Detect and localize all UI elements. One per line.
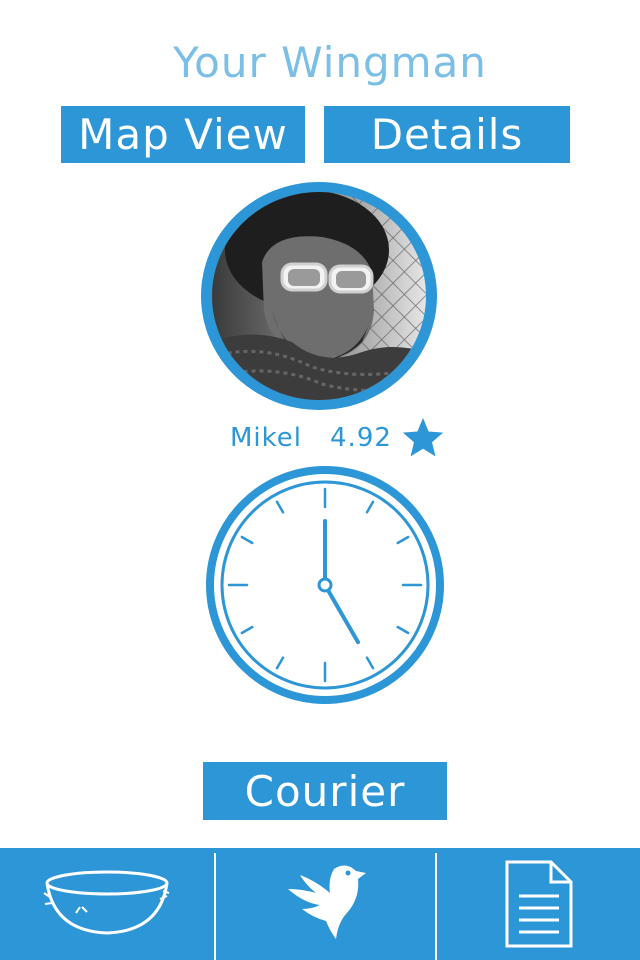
- bowl-icon: [43, 870, 170, 935]
- clock-tick: [240, 535, 254, 545]
- driver-name: Mikel: [230, 423, 303, 453]
- tab-bird[interactable]: [216, 848, 435, 960]
- clock-tick: [240, 625, 254, 635]
- courier-button[interactable]: Courier: [203, 762, 447, 820]
- clock-tick: [275, 500, 285, 514]
- map-view-button[interactable]: Map View: [61, 106, 305, 163]
- star-icon: [402, 417, 444, 457]
- bird-icon: [287, 865, 366, 939]
- avatar: [212, 192, 426, 400]
- details-button[interactable]: Details: [324, 106, 570, 163]
- page-title: Your Wingman: [173, 38, 487, 87]
- clock-tick: [365, 656, 375, 670]
- document-icon: [505, 860, 572, 948]
- driver-rating: 4.92: [330, 423, 392, 453]
- driver-info: Mikel 4.92: [230, 417, 446, 458]
- clock-icon: [206, 466, 444, 704]
- tab-bar: [0, 848, 640, 960]
- tab-document[interactable]: [437, 848, 640, 960]
- clock-tick: [396, 625, 410, 635]
- clock-tick: [396, 535, 410, 545]
- tab-bowl[interactable]: [0, 848, 214, 960]
- clock-tick: [275, 656, 285, 670]
- hour-hand: [323, 583, 360, 645]
- clock-tick: [365, 500, 375, 514]
